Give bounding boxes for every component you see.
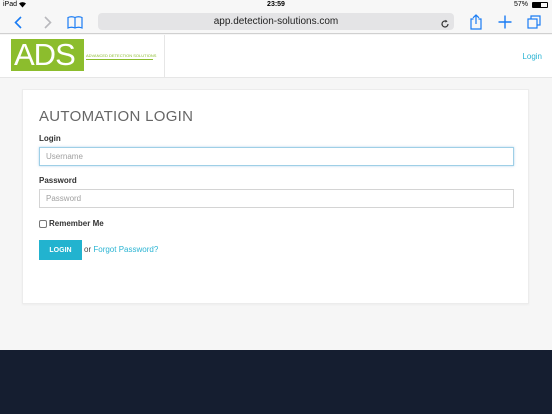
chevron-left-icon[interactable] <box>10 12 26 32</box>
remember-label: Remember Me <box>49 219 104 228</box>
site-footer <box>0 350 552 414</box>
login-label: Login <box>39 134 61 143</box>
login-button[interactable]: LOGIN <box>39 240 82 260</box>
remember-checkbox[interactable] <box>39 219 47 228</box>
battery-percent: 57% <box>513 1 528 8</box>
address-bar[interactable]: app.detection-solutions.com <box>98 13 454 30</box>
logo-tagline: Advanced Detection Solutions <box>86 53 157 58</box>
forgot-password-row: or Forgot Password? <box>84 245 158 254</box>
or-text: or <box>84 245 92 254</box>
password-label: Password <box>39 176 77 185</box>
plus-icon[interactable] <box>497 12 513 32</box>
share-icon[interactable] <box>468 12 484 32</box>
password-input[interactable] <box>39 189 514 208</box>
url-text: app.detection-solutions.com <box>213 16 339 27</box>
clock: 23:59 <box>267 1 285 8</box>
site-header: ADS Advanced Detection Solutions Login <box>0 35 552 78</box>
logo-underline <box>86 59 153 60</box>
logo-text: ADS <box>14 37 76 72</box>
username-input[interactable] <box>39 147 514 166</box>
status-bar: iPad 23:59 57% <box>0 0 552 10</box>
reload-icon[interactable] <box>440 16 450 34</box>
header-login-link[interactable]: Login <box>522 52 542 61</box>
browser-toolbar: app.detection-solutions.com <box>0 10 552 34</box>
logo-mark: ADS <box>11 37 84 72</box>
remember-me[interactable]: Remember Me <box>39 219 104 228</box>
tabs-icon[interactable] <box>526 12 542 32</box>
chevron-right-icon[interactable] <box>40 12 56 32</box>
logo[interactable]: ADS Advanced Detection Solutions <box>0 35 165 78</box>
page-title: AUTOMATION LOGIN <box>39 108 194 125</box>
login-card: AUTOMATION LOGIN Login Password Remember… <box>22 89 529 304</box>
book-icon[interactable] <box>66 12 84 32</box>
battery-icon <box>532 2 548 8</box>
forgot-password-link[interactable]: Forgot Password? <box>93 245 158 254</box>
